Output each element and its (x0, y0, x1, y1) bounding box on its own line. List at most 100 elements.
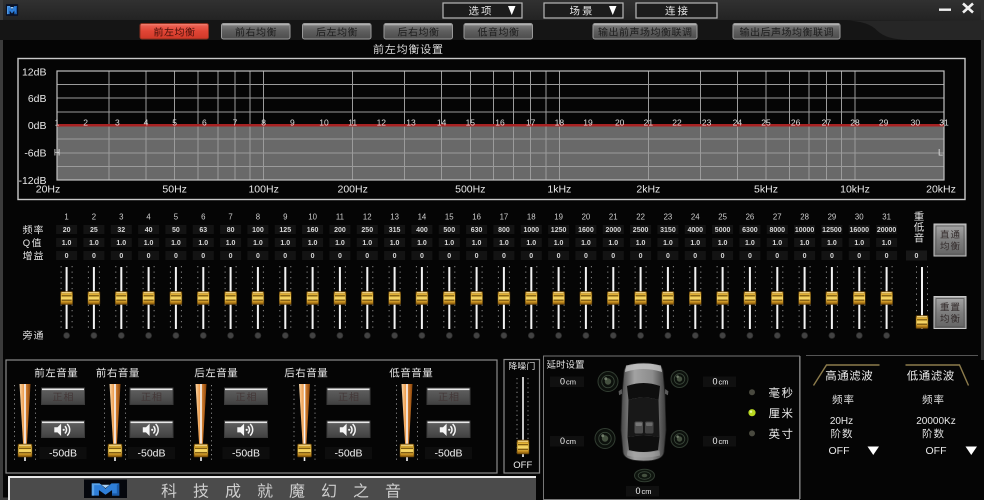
svg-text:28: 28 (850, 117, 860, 127)
svg-text:1.0: 1.0 (690, 240, 700, 247)
svg-text:1.0: 1.0 (62, 240, 72, 247)
svg-text:0: 0 (256, 253, 260, 260)
svg-text:2: 2 (92, 212, 96, 221)
svg-text:20: 20 (615, 117, 625, 127)
svg-text:H: H (54, 148, 61, 158)
svg-text:10kHz: 10kHz (840, 184, 870, 196)
svg-text:4000: 4000 (687, 227, 703, 234)
svg-text:1.0: 1.0 (226, 240, 236, 247)
svg-text:-50dB: -50dB (434, 448, 462, 460)
svg-text:3150: 3150 (660, 227, 676, 234)
svg-text:1.0: 1.0 (800, 240, 810, 247)
svg-text:18: 18 (527, 212, 536, 221)
svg-text:1.0: 1.0 (417, 240, 427, 247)
svg-text:cm: cm (566, 437, 576, 446)
svg-text:500: 500 (443, 227, 455, 234)
svg-text:0: 0 (393, 253, 397, 260)
svg-text:21: 21 (609, 212, 618, 221)
svg-text:1.0: 1.0 (253, 240, 263, 247)
svg-text:20: 20 (63, 227, 71, 234)
svg-text:24: 24 (691, 212, 700, 221)
svg-text:10: 10 (319, 117, 329, 127)
svg-text:28: 28 (800, 212, 809, 221)
svg-text:1.0: 1.0 (144, 240, 154, 247)
svg-text:0: 0 (712, 376, 717, 386)
svg-text:10000: 10000 (795, 227, 815, 234)
svg-text:20kHz: 20kHz (926, 184, 956, 196)
svg-text:1.0: 1.0 (335, 240, 345, 247)
svg-text:0: 0 (229, 253, 233, 260)
svg-text:30: 30 (911, 117, 921, 127)
svg-text:1.0: 1.0 (663, 240, 673, 247)
svg-text:0dB: 0dB (28, 120, 47, 132)
svg-text:8: 8 (256, 212, 260, 221)
svg-text:OFF: OFF (513, 460, 532, 471)
svg-text:0: 0 (885, 253, 889, 260)
svg-text:5: 5 (172, 117, 177, 127)
svg-text:12: 12 (363, 212, 372, 221)
svg-text:14: 14 (418, 212, 427, 221)
svg-text:200Hz: 200Hz (337, 184, 367, 196)
svg-text:27: 27 (822, 117, 832, 127)
svg-text:1000: 1000 (523, 227, 539, 234)
svg-text:16: 16 (495, 117, 505, 127)
svg-text:-6dB: -6dB (24, 147, 46, 159)
svg-text:3: 3 (119, 212, 123, 221)
svg-text:0: 0 (557, 253, 561, 260)
svg-text:1.0: 1.0 (390, 240, 400, 247)
svg-text:13: 13 (406, 117, 416, 127)
svg-text:9: 9 (283, 212, 287, 221)
svg-text:100Hz: 100Hz (248, 184, 278, 196)
svg-text:0: 0 (915, 253, 919, 260)
svg-text:cm: cm (566, 377, 576, 386)
svg-text:0: 0 (584, 253, 588, 260)
svg-text:31: 31 (882, 212, 891, 221)
svg-text:0: 0 (712, 436, 717, 446)
svg-text:0: 0 (502, 253, 506, 260)
svg-text:16: 16 (472, 212, 481, 221)
svg-text:25: 25 (718, 212, 727, 221)
svg-text:24: 24 (733, 117, 743, 127)
svg-text:12500: 12500 (822, 227, 842, 234)
svg-text:30: 30 (855, 212, 864, 221)
svg-text:1.0: 1.0 (472, 240, 482, 247)
svg-text:2500: 2500 (633, 227, 649, 234)
svg-text:20Hz: 20Hz (830, 416, 853, 427)
svg-text:OFF: OFF (829, 445, 850, 457)
svg-text:21: 21 (644, 117, 654, 127)
svg-text:1.0: 1.0 (280, 240, 290, 247)
svg-text:cm: cm (642, 487, 652, 496)
svg-text:6: 6 (201, 212, 205, 221)
svg-text:1250: 1250 (551, 227, 567, 234)
svg-text:1.0: 1.0 (581, 240, 591, 247)
svg-text:13: 13 (390, 212, 399, 221)
svg-text:25: 25 (90, 227, 98, 234)
svg-text:3: 3 (115, 117, 120, 127)
svg-text:1.0: 1.0 (882, 240, 892, 247)
svg-text:0: 0 (174, 253, 178, 260)
svg-text:27: 27 (773, 212, 782, 221)
svg-text:17: 17 (500, 212, 509, 221)
svg-text:1.0: 1.0 (554, 240, 564, 247)
svg-text:50Hz: 50Hz (162, 184, 187, 196)
svg-text:160: 160 (307, 227, 319, 234)
svg-text:2: 2 (83, 117, 88, 127)
svg-text:1600: 1600 (578, 227, 594, 234)
svg-text:7: 7 (233, 117, 238, 127)
svg-text:20: 20 (582, 212, 591, 221)
svg-text:2kHz: 2kHz (636, 184, 660, 196)
svg-text:1.0: 1.0 (171, 240, 181, 247)
svg-text:16000: 16000 (850, 227, 870, 234)
svg-text:15: 15 (445, 212, 454, 221)
svg-text:0: 0 (775, 253, 779, 260)
svg-text:29: 29 (879, 117, 889, 127)
svg-text:1.0: 1.0 (499, 240, 509, 247)
svg-text:1kHz: 1kHz (547, 184, 571, 196)
svg-text:1.0: 1.0 (772, 240, 782, 247)
svg-text:12dB: 12dB (22, 66, 47, 78)
svg-text:63: 63 (199, 227, 207, 234)
svg-text:-50dB: -50dB (232, 448, 260, 460)
svg-text:31: 31 (939, 117, 949, 127)
svg-text:6dB: 6dB (28, 93, 47, 105)
svg-text:-50dB: -50dB (334, 448, 362, 460)
